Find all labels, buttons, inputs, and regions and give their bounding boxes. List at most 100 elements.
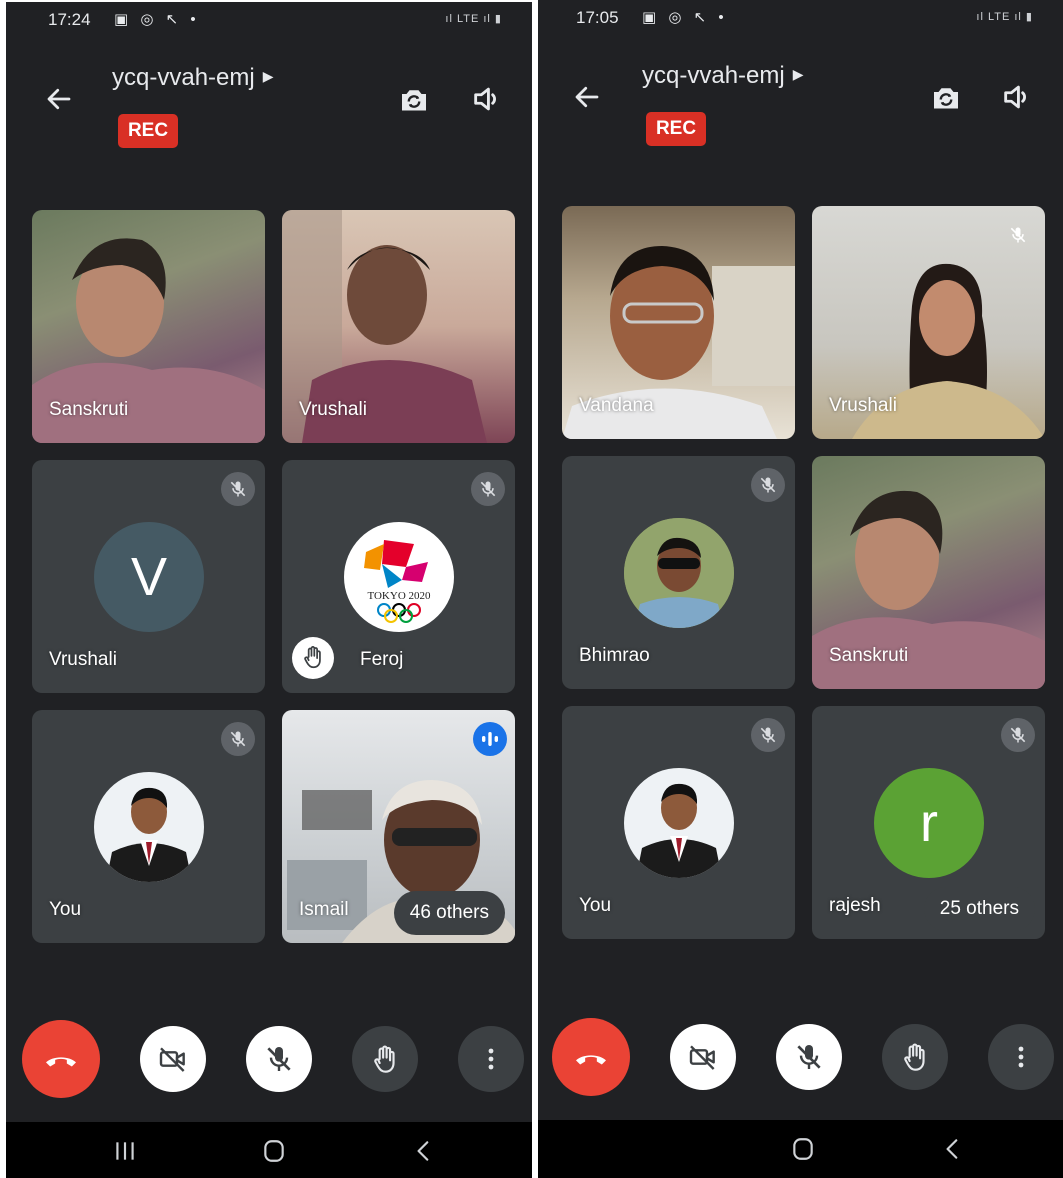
raise-hand-icon xyxy=(899,1041,931,1073)
others-count-pill[interactable]: 25 others xyxy=(923,887,1035,931)
others-count-pill[interactable]: 46 others xyxy=(393,891,505,935)
phone-screen-right: 17:05 ▣ ◎ ↖ • ıl LTE ıl ▮ ycq-vvah-emj ▶ … xyxy=(538,0,1063,1178)
participant-name: Vrushali xyxy=(299,399,367,420)
caret-right-icon: ▶ xyxy=(262,68,274,84)
end-call-icon xyxy=(576,1055,606,1065)
system-nav-bar xyxy=(538,1120,1063,1178)
speaker-icon[interactable] xyxy=(470,82,504,116)
phone-screen-left: 17:24 ▣ ◎ ↖ • ıl LTE ıl ▮ ycq-vvah-emj ▶ … xyxy=(6,2,532,1178)
status-time: 17:24 xyxy=(48,10,91,29)
raise-hand-button[interactable] xyxy=(352,1026,418,1092)
mic-toggle-button[interactable] xyxy=(776,1024,842,1090)
participant-tile[interactable]: Sanskruti xyxy=(812,456,1045,689)
mic-muted-icon xyxy=(1001,718,1035,752)
participant-name: Ismail xyxy=(299,899,349,920)
meeting-header: ycq-vvah-emj ▶ REC xyxy=(6,42,532,162)
mic-off-icon xyxy=(263,1043,295,1075)
camera-toggle-button[interactable] xyxy=(140,1026,206,1092)
participant-tile[interactable]: You xyxy=(32,710,265,943)
raise-hand-button[interactable] xyxy=(882,1024,948,1090)
participant-name: rajesh xyxy=(829,895,881,916)
participant-name: Vrushali xyxy=(829,395,897,416)
status-bar: 17:24 ▣ ◎ ↖ • ıl LTE ıl ▮ xyxy=(6,2,532,38)
tokyo-2020-logo xyxy=(364,540,428,623)
avatar: TOKYO 2020 xyxy=(344,522,454,632)
mic-muted-icon xyxy=(221,722,255,756)
switch-camera-icon[interactable] xyxy=(396,82,432,118)
participant-tile[interactable]: TOKYO 2020 Feroj xyxy=(282,460,515,693)
end-call-icon xyxy=(46,1057,76,1067)
system-nav-bar xyxy=(6,1122,532,1178)
participant-tile[interactable]: V Vrushali xyxy=(32,460,265,693)
participant-name: Vandana xyxy=(579,395,654,416)
participant-tile[interactable]: Vrushali xyxy=(812,206,1045,439)
back-icon[interactable] xyxy=(940,1136,966,1162)
mic-muted-icon xyxy=(1001,218,1035,252)
avatar: V xyxy=(94,522,204,632)
meeting-header: ycq-vvah-emj ▶ REC xyxy=(538,40,1063,160)
call-controls xyxy=(6,1020,532,1100)
speaking-indicator-icon xyxy=(473,722,507,756)
camera-toggle-button[interactable] xyxy=(670,1024,736,1090)
signal-battery-icons: ıl LTE ıl ▮ xyxy=(445,13,502,25)
avatar xyxy=(94,772,204,882)
participant-name: Vrushali xyxy=(49,649,117,670)
mic-toggle-button[interactable] xyxy=(246,1026,312,1092)
call-controls xyxy=(538,1018,1063,1098)
back-icon[interactable] xyxy=(411,1138,437,1164)
caret-right-icon: ▶ xyxy=(792,66,804,82)
notification-icons: ▣ ◎ ↖ • xyxy=(642,9,728,26)
recording-badge: REC xyxy=(646,112,706,146)
status-time: 17:05 xyxy=(576,8,619,27)
signal-battery-icons: ıl LTE ıl ▮ xyxy=(976,11,1033,23)
mic-muted-icon xyxy=(751,468,785,502)
back-arrow-icon[interactable] xyxy=(44,84,74,114)
end-call-button[interactable] xyxy=(22,1020,100,1098)
meeting-title[interactable]: ycq-vvah-emj ▶ xyxy=(112,64,273,92)
home-icon[interactable] xyxy=(790,1136,816,1162)
participant-tile[interactable]: Vandana xyxy=(562,206,795,439)
participant-tile[interactable]: Sanskruti xyxy=(32,210,265,443)
avatar xyxy=(624,768,734,878)
participant-name: You xyxy=(579,895,612,916)
raised-hand-icon xyxy=(292,637,334,679)
recording-badge: REC xyxy=(118,114,178,148)
recent-apps-icon[interactable] xyxy=(112,1138,138,1164)
mic-muted-icon xyxy=(221,472,255,506)
more-options-icon xyxy=(488,1048,494,1070)
participant-tile[interactable]: Vrushali xyxy=(282,210,515,443)
home-icon[interactable] xyxy=(261,1138,287,1164)
profile-photo xyxy=(636,783,722,878)
logo-text: TOKYO 2020 xyxy=(367,590,431,602)
mic-muted-icon xyxy=(471,472,505,506)
status-bar: 17:05 ▣ ◎ ↖ • ıl LTE ıl ▮ xyxy=(538,0,1063,36)
switch-camera-icon[interactable] xyxy=(928,80,964,116)
participant-tile[interactable]: Bhimrao xyxy=(562,456,795,689)
speaker-icon[interactable] xyxy=(1000,80,1034,114)
mic-muted-icon xyxy=(751,718,785,752)
participant-tile[interactable]: You xyxy=(562,706,795,939)
meeting-code: ycq-vvah-emj xyxy=(642,62,785,89)
participant-name: Sanskruti xyxy=(49,399,129,420)
more-options-icon xyxy=(1018,1046,1024,1068)
avatar xyxy=(624,518,734,628)
profile-photo xyxy=(106,787,192,882)
profile-photo xyxy=(624,518,734,628)
more-options-button[interactable] xyxy=(458,1026,524,1092)
participant-name: Bhimrao xyxy=(579,645,650,666)
notification-icons: ▣ ◎ ↖ • xyxy=(114,11,200,28)
raise-hand-icon xyxy=(369,1043,401,1075)
end-call-button[interactable] xyxy=(552,1018,630,1096)
participant-name: You xyxy=(49,899,82,920)
avatar: r xyxy=(874,768,984,878)
meeting-title[interactable]: ycq-vvah-emj ▶ xyxy=(642,62,803,90)
participant-name: Feroj xyxy=(360,649,404,670)
camera-off-icon xyxy=(689,1045,715,1070)
meeting-code: ycq-vvah-emj xyxy=(112,64,255,91)
back-arrow-icon[interactable] xyxy=(572,82,602,112)
participant-name: Sanskruti xyxy=(829,645,909,666)
participant-tile[interactable]: r rajesh 25 others xyxy=(812,706,1045,939)
mic-off-icon xyxy=(793,1041,825,1073)
participant-tile[interactable]: Ismail 46 others xyxy=(282,710,515,943)
more-options-button[interactable] xyxy=(988,1024,1054,1090)
